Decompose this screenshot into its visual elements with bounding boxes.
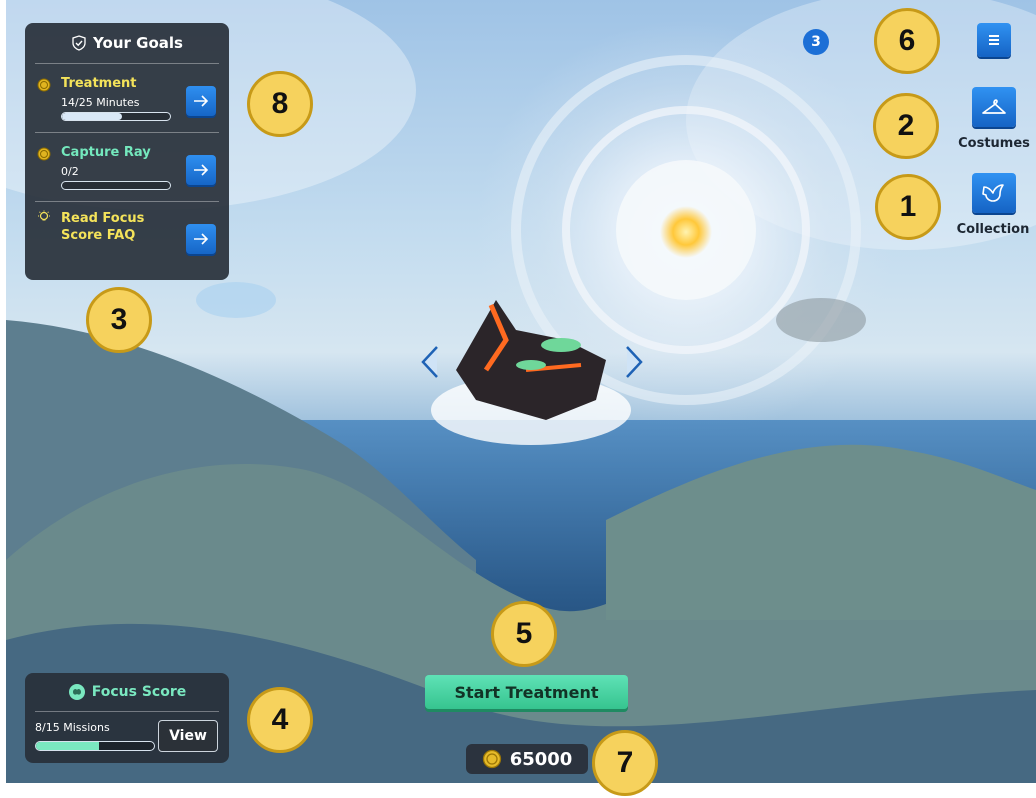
focus-score-title-text: Focus Score [91,684,187,700]
callout-6: 6 [874,8,940,74]
goals-title: Your Goals [35,23,219,64]
costumes-button[interactable] [972,87,1016,127]
collection-label: Collection [956,222,1030,237]
focus-score-panel: Focus Score 8/15 Missions View [25,673,229,763]
goal-go-button[interactable] [186,86,216,116]
focus-missions-text: 8/15 Missions [35,721,110,734]
arrow-right-icon [194,233,209,245]
callout-2: 2 [873,93,939,159]
callout-7: 7 [592,730,658,796]
goal-name: Read Focus Score FAQ [61,211,145,243]
callout-1: 1 [875,174,941,240]
goal-item-treatment: Treatment 14/25 Minutes [35,64,219,133]
collection-button[interactable] [972,173,1016,213]
arrow-right-icon [194,164,209,176]
coin-icon [482,749,501,769]
costumes-label: Costumes [958,136,1030,151]
coin-icon [37,147,51,161]
callout-5: 5 [491,601,557,667]
goal-item-capture-ray: Capture Ray 0/2 [35,133,219,202]
goals-panel: Your Goals Treatment 14/25 Minutes Captu… [25,23,229,280]
focus-view-button[interactable]: View [158,720,218,752]
goal-name: Capture Ray [61,145,151,160]
previous-arrow-icon[interactable] [420,345,440,379]
goal-progress-bar [61,181,171,190]
focus-progress-fill [36,742,99,750]
goal-progress-bar [61,112,171,121]
coin-icon [37,78,51,92]
coin-count: 65000 [509,748,573,770]
callout-8: 8 [247,71,313,137]
goal-progress-text: 14/25 Minutes [61,96,140,109]
menu-button[interactable] [977,23,1011,57]
goal-name: Treatment [61,76,137,91]
goal-go-button[interactable] [186,224,216,254]
bird-icon [982,184,1004,202]
hamburger-menu-icon [989,35,999,45]
arrow-right-icon [194,95,209,107]
hanger-icon [982,99,1006,114]
goal-progress-fill [62,113,123,120]
goals-title-text: Your Goals [93,34,183,52]
focus-score-title: Focus Score [35,673,219,712]
notification-badge[interactable]: 3 [803,29,829,55]
callout-3: 3 [86,287,152,353]
next-arrow-icon[interactable] [624,345,644,379]
goal-item-focus-faq: Read Focus Score FAQ [35,202,219,270]
callout-4: 4 [247,687,313,753]
goal-progress-text: 0/2 [61,165,79,178]
coin-counter: 65000 [466,744,588,774]
start-treatment-button[interactable]: Start Treatment [425,675,628,709]
focus-progress-bar [35,741,155,751]
lightbulb-icon [38,210,50,221]
shield-check-icon [72,35,86,51]
brain-icon [68,684,85,700]
goal-go-button[interactable] [186,155,216,185]
